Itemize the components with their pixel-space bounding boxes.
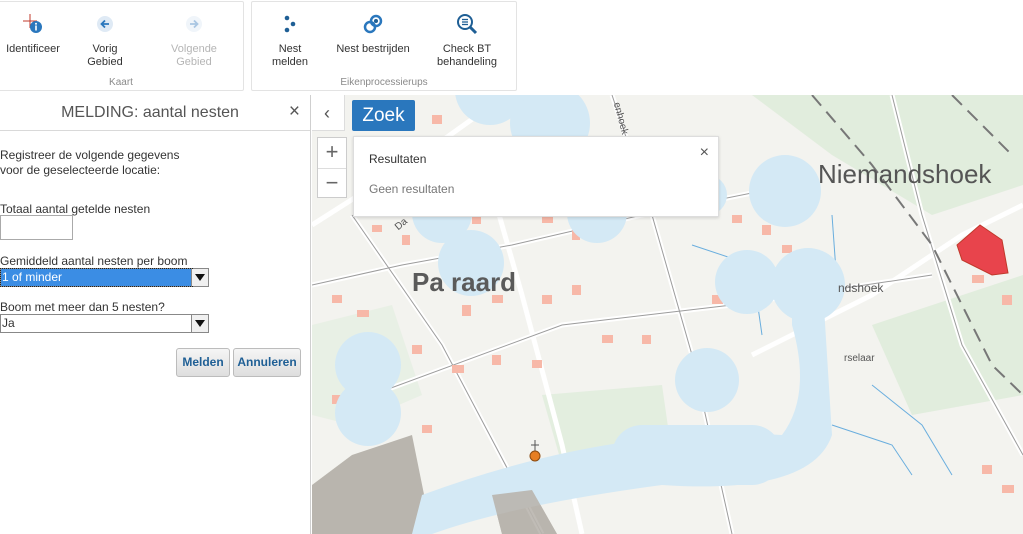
avg-nests-label: Gemiddeld aantal nesten per boom <box>0 254 188 268</box>
nest-dots-icon <box>284 15 296 33</box>
nest-fight-button[interactable]: Nest bestrijden <box>336 12 410 56</box>
results-title: Resultaten <box>369 152 427 166</box>
map-label-ndshoek: ndshoek <box>838 281 884 295</box>
ribbon-toolbar: Identificeer Vorig Gebied Volgende Gebie… <box>0 0 1023 95</box>
forward-arrow-icon <box>186 16 202 32</box>
check-bt-button[interactable]: Check BT behandeling <box>432 12 502 69</box>
map-view[interactable]: Niemandshoek Pa raard ndshoek rselaar en… <box>312 95 1023 534</box>
zoom-in-button[interactable]: + <box>318 138 346 168</box>
panel-close-icon[interactable]: × <box>289 101 300 123</box>
big-tree-selected-value: Ja <box>2 316 15 330</box>
chevron-down-icon[interactable] <box>191 269 208 286</box>
nest-fight-label: Nest bestrijden <box>336 43 410 55</box>
group-label-kaart: Kaart <box>109 77 133 88</box>
report-panel: MELDING: aantal nesten × Registreer de v… <box>0 95 311 534</box>
zoom-control: + − <box>317 137 347 198</box>
search-button[interactable]: Zoek <box>352 100 415 131</box>
panel-title: MELDING: aantal nesten <box>61 104 239 121</box>
map-label-paardraard: Pa raard <box>412 267 517 297</box>
nest-fight-icon <box>363 14 383 34</box>
submit-report-button[interactable]: Melden <box>176 348 230 377</box>
zoom-out-button[interactable]: − <box>318 168 346 198</box>
next-area-label: Volgende Gebied <box>171 43 217 68</box>
previous-area-button[interactable]: Vorig Gebied <box>74 12 136 69</box>
check-bt-label: Check BT behandeling <box>437 43 497 68</box>
chevron-left-icon: ‹ <box>324 103 330 123</box>
big-tree-select[interactable]: Ja <box>0 314 209 333</box>
location-marker[interactable] <box>529 450 541 462</box>
panel-intro-text: Registreer de volgende gegevens voor de … <box>0 148 180 177</box>
identify-button[interactable]: Identificeer <box>5 12 61 56</box>
cancel-button[interactable]: Annuleren <box>233 348 301 377</box>
nest-report-label: Nest melden <box>271 43 309 68</box>
back-arrow-icon <box>97 16 113 32</box>
avg-nests-select[interactable]: 1 of minder <box>0 268 209 287</box>
collapse-panel-button[interactable]: ‹ <box>312 95 345 131</box>
close-icon[interactable]: × <box>700 144 709 162</box>
next-area-button[interactable]: Volgende Gebied <box>152 12 236 69</box>
map-label-niemandshoek: Niemandshoek <box>818 159 992 189</box>
ribbon-group-kaart: Identificeer Vorig Gebied Volgende Gebie… <box>0 1 244 91</box>
avg-nests-selected-value: 1 of minder <box>0 268 193 287</box>
panel-header: MELDING: aantal nesten × <box>0 95 310 131</box>
magnifier-list-icon <box>457 14 478 35</box>
map-label-rselaar: rselaar <box>844 353 875 364</box>
results-message: Geen resultaten <box>369 182 455 196</box>
identify-label: Identificeer <box>6 43 60 55</box>
results-popup: Resultaten Geen resultaten × <box>353 136 719 217</box>
nest-report-button[interactable]: Nest melden <box>260 12 320 69</box>
big-tree-label: Boom met meer dan 5 nesten? <box>0 300 165 314</box>
identify-icon <box>23 14 42 33</box>
total-nests-input[interactable] <box>0 215 73 240</box>
ribbon-group-eikenprocessierups: Nest melden Nest bestrijden Check BT beh… <box>251 1 517 91</box>
previous-area-label: Vorig Gebied <box>87 43 123 68</box>
chevron-down-icon[interactable] <box>191 315 208 332</box>
group-label-eikenprocessierups: Eikenprocessierups <box>340 77 428 88</box>
